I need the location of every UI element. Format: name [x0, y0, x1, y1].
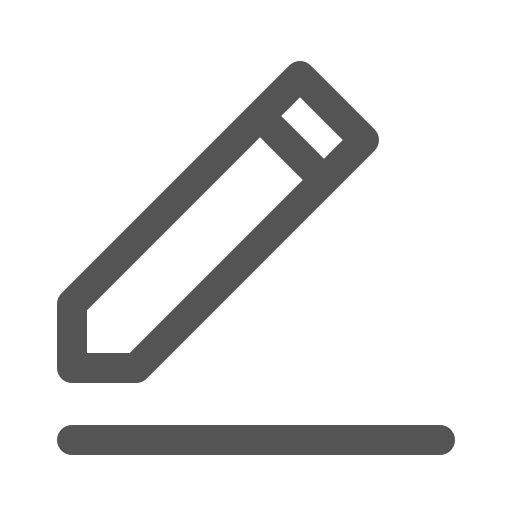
- edit-icon[interactable]: [0, 0, 512, 512]
- pencil-body: [57, 61, 379, 383]
- pencil-band: [253, 109, 331, 187]
- icon-canvas: [0, 0, 512, 512]
